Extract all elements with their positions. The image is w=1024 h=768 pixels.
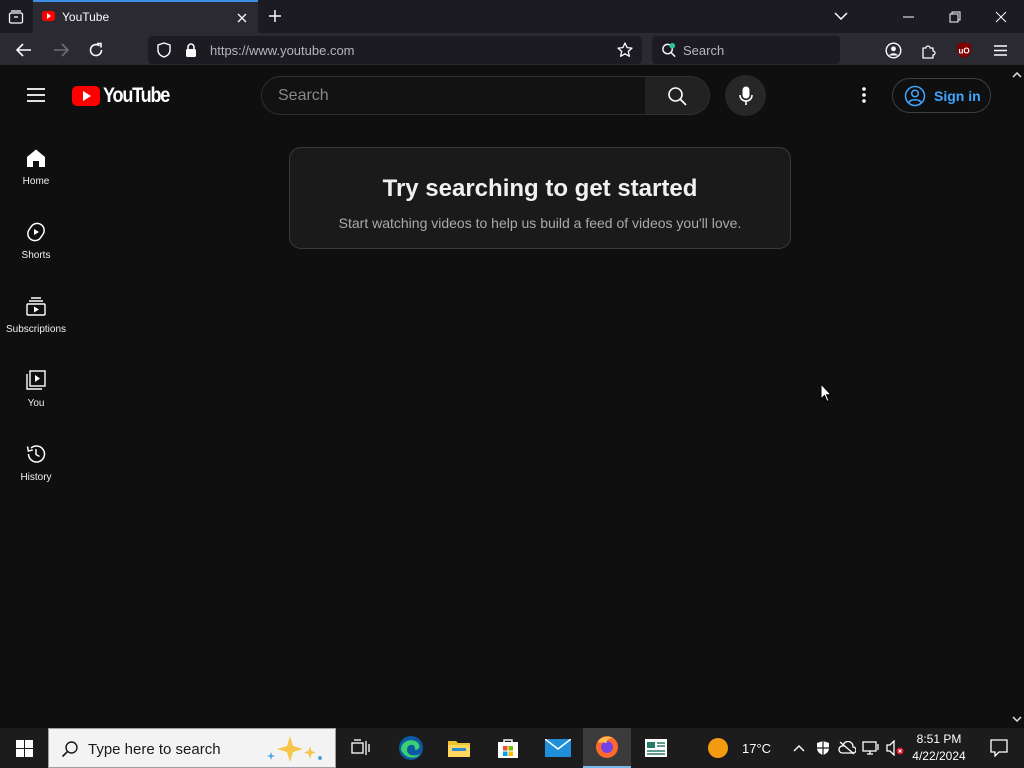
mail-icon[interactable] xyxy=(534,728,582,768)
browser-tab-strip: YouTube xyxy=(0,0,1024,33)
weather-temperature: 17°C xyxy=(742,740,772,756)
mouse-cursor-icon xyxy=(820,383,832,403)
youtube-search-button[interactable] xyxy=(645,76,710,115)
action-center-notification-icon[interactable] xyxy=(978,728,1020,768)
tracking-protection-shield-icon[interactable] xyxy=(156,42,172,58)
youtube-logo-text: YouTube xyxy=(103,84,170,107)
file-explorer-icon[interactable] xyxy=(435,728,483,768)
tab-title: YouTube xyxy=(62,10,110,24)
sidebar-item-label: Subscriptions xyxy=(5,324,67,335)
search-highlight-sparkle-icon xyxy=(267,736,322,762)
taskbar-search-box[interactable]: Type here to search xyxy=(48,728,336,768)
sidebar-item-you[interactable]: You xyxy=(0,352,72,426)
account-icon[interactable] xyxy=(881,38,905,62)
sidebar-item-label: Home xyxy=(22,176,50,187)
security-shield-tray-icon[interactable] xyxy=(814,739,832,757)
sidebar-item-home[interactable]: Home xyxy=(0,130,72,204)
bookmark-star-icon[interactable] xyxy=(617,42,633,58)
sidebar-item-label: You xyxy=(27,398,45,409)
clock-time: 8:51 PM xyxy=(916,732,962,746)
promo-body: Start watching videos to help us build a… xyxy=(338,215,742,231)
search-engine-icon xyxy=(661,42,677,58)
ublock-origin-icon[interactable]: uO xyxy=(952,38,976,62)
history-icon xyxy=(24,442,48,466)
subscriptions-icon xyxy=(24,294,48,318)
close-window-icon[interactable] xyxy=(978,0,1024,33)
task-view-icon[interactable] xyxy=(336,728,384,768)
search-icon xyxy=(668,86,687,106)
page-scrollbar[interactable] xyxy=(1010,66,1024,728)
sidebar-item-label: Shorts xyxy=(21,250,51,261)
news-app-icon[interactable] xyxy=(632,728,680,768)
new-tab-plus-icon[interactable] xyxy=(264,5,286,27)
restore-window-icon[interactable] xyxy=(932,0,978,33)
home-icon xyxy=(24,146,48,170)
account-circle-icon xyxy=(904,85,926,106)
sidebar-item-label: History xyxy=(20,472,52,483)
edge-icon[interactable] xyxy=(387,728,435,768)
guide-menu-hamburger-icon[interactable] xyxy=(20,79,52,111)
close-tab-icon[interactable] xyxy=(234,10,250,26)
scroll-up-arrow-icon[interactable] xyxy=(1012,70,1022,80)
search-icon xyxy=(61,741,78,758)
forward-arrow-icon[interactable] xyxy=(48,37,74,63)
you-library-icon xyxy=(24,368,48,392)
youtube-search-box xyxy=(261,76,646,115)
volume-muted-icon[interactable] xyxy=(886,739,904,757)
youtube-favicon-icon xyxy=(42,11,55,21)
windows-taskbar: Type here to search 17°C 8:51 PM 4/22/20… xyxy=(0,728,1024,768)
tab-list-icon[interactable] xyxy=(4,5,28,29)
shorts-icon xyxy=(24,220,48,244)
promo-title: Try searching to get started xyxy=(382,175,698,202)
taskbar-clock[interactable]: 8:51 PM 4/22/2024 xyxy=(908,731,970,765)
voice-search-button[interactable] xyxy=(725,75,766,116)
sun-weather-icon xyxy=(708,738,728,758)
web-search-box[interactable]: Search xyxy=(652,36,840,64)
weather-widget[interactable]: 17°C xyxy=(704,728,786,768)
address-bar[interactable]: https://www.youtube.com xyxy=(148,36,642,64)
sidebar-item-shorts[interactable]: Shorts xyxy=(0,204,72,278)
web-search-placeholder: Search xyxy=(683,43,725,58)
youtube-masthead: YouTube Sign in xyxy=(0,66,1010,124)
taskbar-search-placeholder: Type here to search xyxy=(88,741,221,758)
url-text: https://www.youtube.com xyxy=(210,43,355,58)
app-menu-hamburger-icon[interactable] xyxy=(988,38,1012,62)
reload-icon[interactable] xyxy=(83,37,109,63)
microphone-icon xyxy=(738,86,753,105)
sidebar-item-history[interactable]: History xyxy=(0,426,72,500)
show-hidden-icons-chevron-icon[interactable] xyxy=(790,739,808,757)
minimize-window-icon[interactable] xyxy=(886,0,932,33)
extensions-puzzle-icon[interactable] xyxy=(917,38,941,62)
onedrive-cloud-icon[interactable] xyxy=(838,739,856,757)
empty-feed-promo: Try searching to get started Start watch… xyxy=(289,147,791,249)
list-all-tabs-chevron-icon[interactable] xyxy=(832,7,850,25)
settings-more-vertical-icon[interactable] xyxy=(852,82,876,108)
sign-in-label: Sign in xyxy=(934,87,981,104)
clock-date: 4/22/2024 xyxy=(912,749,966,763)
microsoft-store-icon[interactable] xyxy=(484,728,532,768)
sign-in-button[interactable]: Sign in xyxy=(892,78,991,113)
back-arrow-icon[interactable] xyxy=(11,37,37,63)
network-icon[interactable] xyxy=(862,739,880,757)
youtube-logo[interactable]: YouTube xyxy=(72,84,180,107)
youtube-play-logo-icon xyxy=(72,86,100,106)
browser-navigation-bar: https://www.youtube.com Search uO 4 xyxy=(0,33,1024,79)
youtube-search-input[interactable] xyxy=(278,86,628,106)
svg-text:uO: uO xyxy=(958,47,969,56)
padlock-icon[interactable] xyxy=(183,42,199,58)
sidebar-item-subscriptions[interactable]: Subscriptions xyxy=(0,278,72,352)
windows-start-icon[interactable] xyxy=(0,728,48,768)
browser-tab-youtube[interactable]: YouTube xyxy=(33,0,258,33)
firefox-icon[interactable] xyxy=(583,728,631,768)
scroll-down-arrow-icon[interactable] xyxy=(1012,714,1022,724)
